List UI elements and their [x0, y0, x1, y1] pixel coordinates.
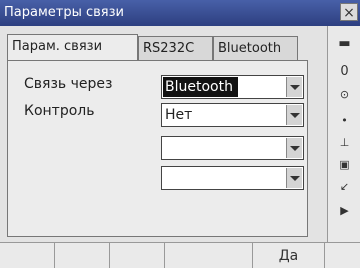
connection-via-select[interactable]: Bluetooth	[161, 75, 304, 99]
control-label: Контроль	[24, 103, 95, 119]
connection-via-value: Bluetooth	[163, 77, 238, 97]
empty-select-1[interactable]	[161, 136, 304, 160]
memory-icon: ▣	[339, 158, 350, 171]
battery-icon: ▬	[338, 36, 351, 51]
connection-via-label: Связь через	[24, 76, 113, 92]
tab-comm-params[interactable]: Парам. связи	[7, 34, 138, 60]
tab-rs232c[interactable]: RS232C	[138, 36, 213, 60]
softkey-bar: Да	[0, 242, 360, 268]
laser-icon: ▶	[340, 204, 349, 217]
chevron-down-icon[interactable]	[286, 138, 302, 158]
target-icon: ⊙	[339, 88, 350, 101]
chevron-down-icon[interactable]	[286, 77, 302, 97]
tab-bluetooth[interactable]: Bluetooth	[213, 36, 298, 60]
yes-button[interactable]: Да	[253, 243, 325, 268]
close-button[interactable]: ×	[340, 3, 358, 21]
chevron-down-icon[interactable]	[286, 105, 302, 125]
softkey-3[interactable]	[110, 243, 165, 268]
control-value: Нет	[165, 107, 193, 123]
screen: Параметры связи × Парам. связи RS232C Bl…	[0, 0, 360, 268]
title-bar: Параметры связи ×	[0, 0, 360, 26]
dot-icon: •	[341, 114, 348, 127]
window-title: Параметры связи	[4, 5, 124, 20]
softkey-1[interactable]	[0, 243, 55, 268]
level-icon: ⊥	[339, 136, 350, 149]
softkey-2[interactable]	[55, 243, 110, 268]
softkey-4[interactable]	[165, 243, 253, 268]
chevron-down-icon[interactable]	[286, 168, 302, 188]
status-bar: ▬ 0 ⊙ • ⊥ ▣ ↙ ▶	[327, 26, 360, 242]
prism-constant-icon: 0	[340, 64, 349, 79]
softkey-6[interactable]	[325, 243, 360, 268]
empty-select-2[interactable]	[161, 166, 304, 190]
signal-icon: ↙	[339, 180, 350, 193]
control-select[interactable]: Нет	[161, 103, 304, 127]
